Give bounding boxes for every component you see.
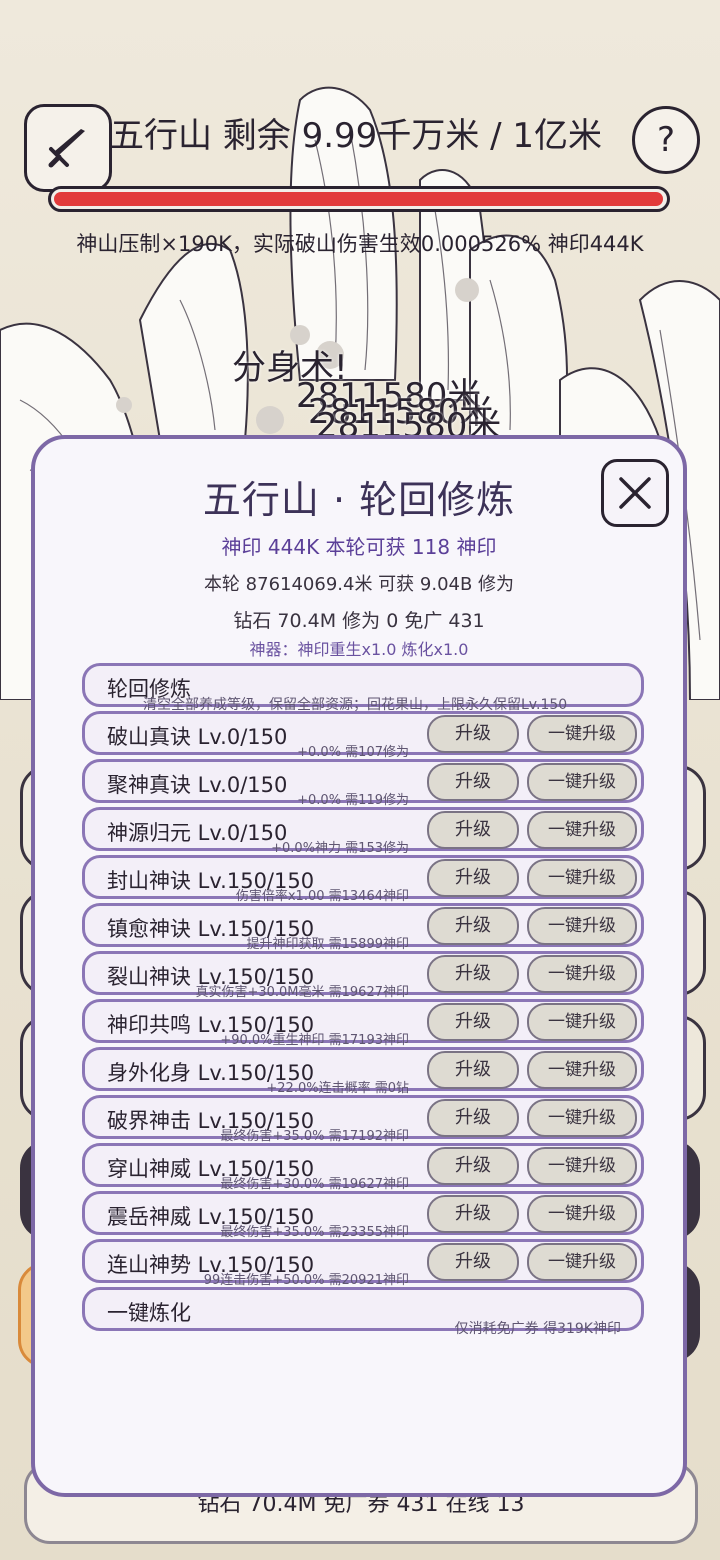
skill-row: 破山真诀 Lv.0/150 +0.0% 需107修为 升级 一键升级 <box>82 711 644 760</box>
close-icon <box>619 477 651 509</box>
skill-name: 聚神真诀 Lv.0/150 <box>107 773 288 797</box>
upgrade-button[interactable]: 升级 <box>427 715 519 753</box>
skill-row: 身外化身 Lv.150/150 +22.0%连击概率 需0钻 升级 一键升级 <box>82 1047 644 1096</box>
skill-desc: 真实伤害+30.0M毫米 需19627神印 <box>195 985 409 1000</box>
skill-row: 连山神势 Lv.150/150 99连击伤害+50.0% 需20921神印 升级 一键… <box>82 1239 644 1288</box>
refine-label: 一键炼化 <box>107 1301 191 1325</box>
skill-row: 穿山神威 Lv.150/150 最终伤害+30.0% 需19627神印 升级 一键升级 <box>82 1143 644 1192</box>
skill-desc: +0.0% 需107修为 <box>297 745 409 760</box>
skill-row: 震岳神威 Lv.150/150 最终伤害+35.0% 需23355神印 升级 一键升级 <box>82 1191 644 1240</box>
upgrade-all-button[interactable]: 一键升级 <box>527 907 637 945</box>
upgrade-button[interactable]: 升级 <box>427 1147 519 1185</box>
upgrade-button[interactable]: 升级 <box>427 955 519 993</box>
upgrade-all-button[interactable]: 一键升级 <box>527 1243 637 1281</box>
reincarnate-row[interactable]: 轮回修炼 清空全部养成等级，保留全部资源；回花果山，上限永久保留Lv.150 <box>82 663 644 713</box>
back-button[interactable] <box>24 104 112 192</box>
skill-row: 裂山神诀 Lv.150/150 真实伤害+30.0M毫米 需19627神印 升级 一键… <box>82 951 644 1000</box>
upgrade-all-button[interactable]: 一键升级 <box>527 1195 637 1233</box>
skill-row: 镇愈神诀 Lv.150/150 提升神印获取 需15899神印 升级 一键升级 <box>82 903 644 952</box>
reincarnation-modal: 五行山 · 轮回修炼 神印 444K 本轮可获 118 神印 本轮 876140… <box>31 435 687 1497</box>
skill-name: 破山真诀 Lv.0/150 <box>107 725 288 749</box>
upgrade-button[interactable]: 升级 <box>427 1099 519 1137</box>
skill-row: 神源归元 Lv.0/150 +0.0%神力 需153修为 升级 一键升级 <box>82 807 644 856</box>
skill-row: 破界神击 Lv.150/150 最终伤害+35.0% 需17192神印 升级 一键升级 <box>82 1095 644 1144</box>
upgrade-all-button[interactable]: 一键升级 <box>527 763 637 801</box>
upgrade-all-button[interactable]: 一键升级 <box>527 1147 637 1185</box>
round-summary: 本轮 87614069.4米 可获 9.04B 修为 <box>203 574 515 595</box>
suppression-info: 神山压制×190K，实际破山伤害生效0.000526% 神印444K <box>76 232 644 256</box>
skill-name: 神源归元 Lv.0/150 <box>107 821 288 845</box>
refine-desc: 仅消耗免广券 得319K神印 <box>454 1321 621 1337</box>
resource-summary: 钻石 70.4M 修为 0 免广 431 <box>233 610 485 632</box>
mountain-progress-title: 五行山 剩余 9.99千万米 / 1亿米 <box>110 116 603 156</box>
mountain-hp-bar <box>48 186 670 212</box>
upgrade-button[interactable]: 升级 <box>427 907 519 945</box>
skill-desc: 最终伤害+35.0% 需17192神印 <box>220 1129 409 1144</box>
skill-desc: +22.0%连击概率 需0钻 <box>266 1081 409 1096</box>
skill-desc: 最终伤害+30.0% 需19627神印 <box>220 1177 409 1192</box>
one-click-refine-row[interactable]: 一键炼化 仅消耗免广券 得319K神印 <box>82 1287 644 1337</box>
upgrade-button[interactable]: 升级 <box>427 1243 519 1281</box>
skill-desc: 提升神印获取 需15899神印 <box>246 937 410 952</box>
skill-desc: 99连击伤害+50.0% 需20921神印 <box>203 1273 409 1288</box>
skill-desc: +0.0% 需119修为 <box>297 793 409 808</box>
skill-desc: +0.0%神力 需153修为 <box>271 841 409 856</box>
modal-title: 五行山 · 轮回修炼 <box>202 478 516 522</box>
upgrade-all-button[interactable]: 一键升级 <box>527 955 637 993</box>
skill-row: 聚神真诀 Lv.0/150 +0.0% 需119修为 升级 一键升级 <box>82 759 644 808</box>
upgrade-button[interactable]: 升级 <box>427 763 519 801</box>
upgrade-button[interactable]: 升级 <box>427 811 519 849</box>
mountain-hp-fill <box>54 192 663 206</box>
help-button[interactable]: ? <box>632 106 700 174</box>
skill-desc: +90.0%重生神印 需17193神印 <box>220 1033 409 1048</box>
upgrade-all-button[interactable]: 一键升级 <box>527 715 637 753</box>
skill-desc: 最终伤害+35.0% 需23355神印 <box>220 1225 409 1240</box>
upgrade-button[interactable]: 升级 <box>427 859 519 897</box>
skill-list: 轮回修炼 清空全部养成等级，保留全部资源；回花果山，上限永久保留Lv.150 破… <box>82 663 644 1337</box>
skill-row: 神印共鸣 Lv.150/150 +90.0%重生神印 需17193神印 升级 一键升级 <box>82 999 644 1048</box>
upgrade-all-button[interactable]: 一键升级 <box>527 1051 637 1089</box>
upgrade-all-button[interactable]: 一键升级 <box>527 811 637 849</box>
skill-row: 封山神诀 Lv.150/150 伤害倍率x1.00 需13464神印 升级 一键升级 <box>82 855 644 904</box>
upgrade-button[interactable]: 升级 <box>427 1195 519 1233</box>
upgrade-all-button[interactable]: 一键升级 <box>527 859 637 897</box>
artifact-summary: 神器：神印重生x1.0 炼化x1.0 <box>249 640 469 659</box>
skill-desc: 伤害倍率x1.00 需13464神印 <box>235 889 409 904</box>
upgrade-button[interactable]: 升级 <box>427 1003 519 1041</box>
upgrade-all-button[interactable]: 一键升级 <box>527 1003 637 1041</box>
upgrade-all-button[interactable]: 一键升级 <box>527 1099 637 1137</box>
upgrade-button[interactable]: 升级 <box>427 1051 519 1089</box>
sword-icon <box>48 129 85 168</box>
close-button[interactable] <box>601 459 669 527</box>
seal-summary: 神印 444K 本轮可获 118 神印 <box>221 535 497 559</box>
